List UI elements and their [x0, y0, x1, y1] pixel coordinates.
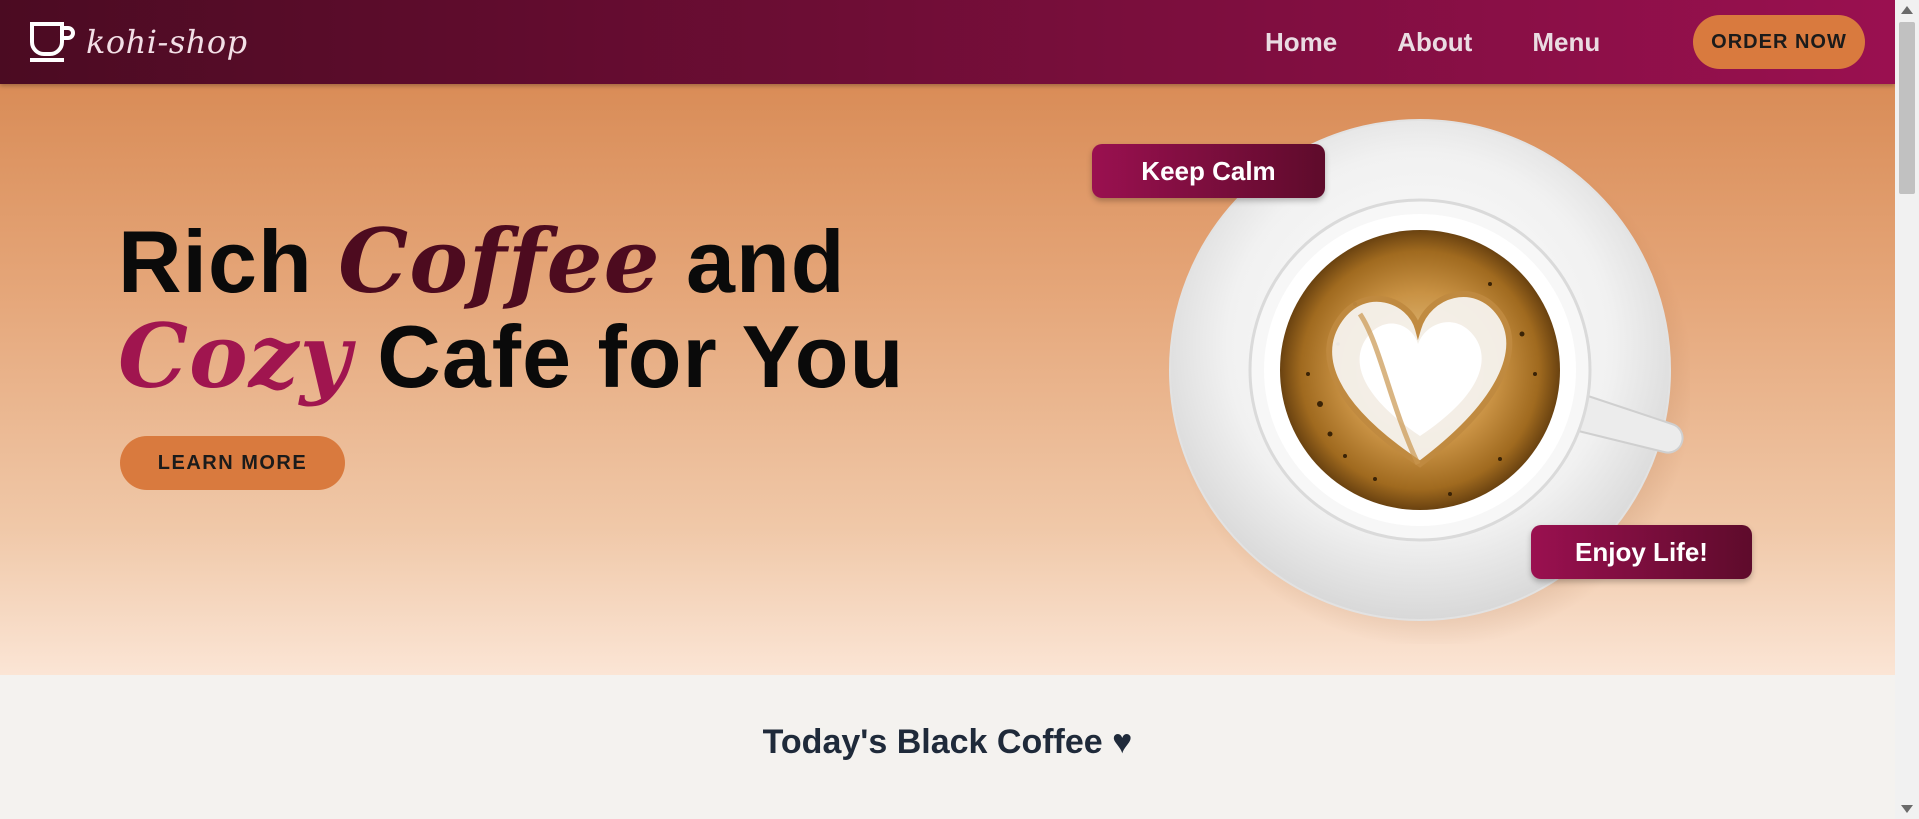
nav-link-menu[interactable]: Menu [1532, 24, 1600, 60]
brand-logo[interactable]: kohi-shop [28, 20, 248, 64]
headline-text: and [660, 212, 846, 311]
headline-text: Rich [118, 212, 339, 311]
coffee-cup-icon [30, 22, 75, 62]
section-title: Today's Black Coffee ♥ [762, 723, 1133, 761]
headline-script-coffee: Coffee [338, 209, 661, 313]
nav-link-about[interactable]: About [1397, 24, 1472, 60]
navbar: kohi-shop Home About Menu ORDER NOW [0, 0, 1895, 84]
enjoy-life-badge: Enjoy Life! [1531, 525, 1752, 579]
scroll-thumb[interactable] [1899, 22, 1915, 194]
hero-headline: Rich Coffee and Cozy Cafe for You [118, 214, 904, 404]
nav-links: Home About Menu [1265, 24, 1660, 60]
scroll-down-arrow-icon[interactable] [1901, 805, 1913, 813]
page: kohi-shop Home About Menu ORDER NOW Rich… [0, 0, 1895, 819]
order-now-button[interactable]: ORDER NOW [1693, 15, 1865, 69]
nav-link-home[interactable]: Home [1265, 24, 1337, 60]
headline-script-cozy: Cozy [118, 304, 352, 408]
learn-more-button[interactable]: LEARN MORE [120, 436, 345, 490]
page-scrollbar[interactable] [1895, 0, 1919, 819]
brand-name: kohi-shop [86, 23, 248, 61]
scroll-up-arrow-icon[interactable] [1901, 6, 1913, 14]
headline-text: Cafe for You [351, 307, 905, 406]
keep-calm-badge: Keep Calm [1092, 144, 1325, 198]
hero-section: Rich Coffee and Cozy Cafe for You LEARN … [0, 84, 1895, 675]
